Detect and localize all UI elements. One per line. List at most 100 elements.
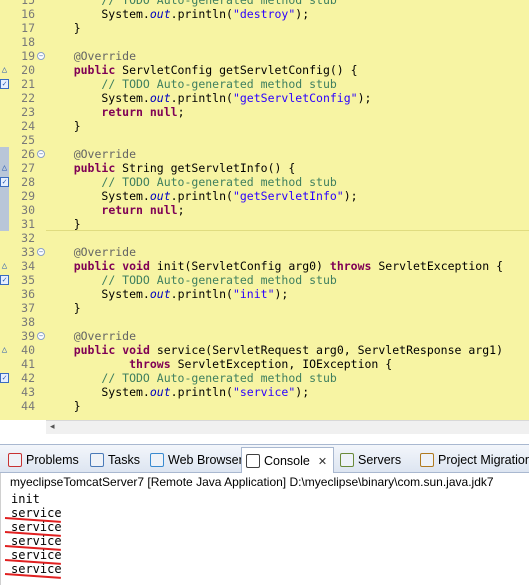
code-line[interactable]: // TODO Auto-generated method stub <box>46 273 529 287</box>
code-line[interactable]: System.out.println("destroy"); <box>46 7 529 21</box>
code-line[interactable] <box>46 133 529 147</box>
close-icon[interactable]: ✕ <box>318 456 327 468</box>
fold-toggle-icon[interactable]: − <box>37 150 45 158</box>
code-line[interactable]: System.out.println("getServletInfo"); <box>46 189 529 203</box>
code-line[interactable]: @Override <box>46 329 529 343</box>
code-token: } <box>46 301 81 315</box>
code-line[interactable]: public ServletConfig getServletConfig() … <box>46 63 529 77</box>
line-number: 33 <box>21 245 35 259</box>
code-token: // TODO Auto-generated method stub <box>101 371 337 385</box>
code-token: ServletException { <box>371 259 504 273</box>
code-editor[interactable]: △ ✓ △ ✓ △ ✓ △ ✓ 15 16 17 18 19−20 21 22 23 24 25 26−27 28 2… <box>0 0 529 420</box>
code-line[interactable]: // TODO Auto-generated method stub <box>46 175 529 189</box>
code-line[interactable]: @Override <box>46 245 529 259</box>
code-token: return <box>101 105 143 119</box>
code-line[interactable]: // TODO Auto-generated method stub <box>46 0 529 7</box>
horizontal-scrollbar[interactable]: ◂ <box>46 420 529 434</box>
code-token: "getServletInfo" <box>232 189 344 203</box>
ruler-highlight-band <box>0 189 9 203</box>
code-line[interactable]: } <box>46 399 529 413</box>
code-line[interactable]: } <box>46 301 529 315</box>
code-token: null <box>149 203 178 217</box>
code-line[interactable]: } <box>46 217 529 231</box>
line-number: 20 <box>21 63 35 77</box>
code-token: throws <box>129 357 171 371</box>
task-marker-icon[interactable]: ✓ <box>0 275 9 285</box>
code-line[interactable]: System.out.println("service"); <box>46 385 529 399</box>
code-token: ); <box>343 189 358 203</box>
code-line[interactable]: public void init(ServletConfig arg0) thr… <box>46 259 529 273</box>
code-line[interactable]: @Override <box>46 49 529 63</box>
code-line[interactable]: return null; <box>46 203 529 217</box>
code-line[interactable]: System.out.println("init"); <box>46 287 529 301</box>
line-number: 37 <box>21 301 35 315</box>
code-line[interactable]: } <box>46 119 529 133</box>
code-line[interactable] <box>46 35 529 49</box>
task-marker-icon[interactable]: ✓ <box>0 373 9 383</box>
code-token: @Override <box>73 49 137 63</box>
tab-console[interactable]: Console ✕ <box>241 447 335 473</box>
fold-toggle-icon[interactable]: − <box>37 332 45 340</box>
override-marker-icon[interactable]: △ <box>0 261 9 271</box>
code-token: @Override <box>73 147 137 161</box>
code-line[interactable] <box>46 231 529 245</box>
code-line[interactable] <box>46 315 529 329</box>
code-token: out <box>149 189 171 203</box>
code-token: service(ServletRequest arg0, ServletResp… <box>149 343 503 357</box>
code-token: @Override <box>73 329 137 343</box>
tab-problems[interactable]: Problems <box>8 450 79 470</box>
line-number: 39 <box>21 329 35 343</box>
tab-web-browser[interactable]: Web Browser <box>150 450 243 470</box>
code-token: String getServletInfo() { <box>115 161 296 175</box>
code-line[interactable]: // TODO Auto-generated method stub <box>46 77 529 91</box>
code-token: ; <box>177 105 185 119</box>
fold-toggle-icon[interactable]: − <box>37 248 45 256</box>
migration-icon <box>420 453 434 467</box>
task-marker-icon[interactable]: ✓ <box>0 177 9 187</box>
line-number: 16 <box>21 7 35 21</box>
code-line[interactable]: } <box>46 21 529 35</box>
code-line[interactable]: throws ServletException, IOException { <box>46 357 529 371</box>
code-line[interactable]: // TODO Auto-generated method stub <box>46 371 529 385</box>
code-token: ); <box>357 91 372 105</box>
code-token: // TODO Auto-generated method stub <box>101 175 337 189</box>
task-marker-icon[interactable]: ✓ <box>0 79 9 89</box>
line-number: 42 <box>21 371 35 385</box>
tab-tasks[interactable]: Tasks <box>90 450 140 470</box>
override-marker-icon[interactable]: △ <box>0 65 9 75</box>
tab-servers[interactable]: Servers <box>340 450 401 470</box>
code-line[interactable]: System.out.println("getServletConfig"); <box>46 91 529 105</box>
code-token: .println( <box>170 287 233 301</box>
tab-label: Servers <box>358 453 402 467</box>
scroll-left-icon[interactable]: ◂ <box>50 421 55 434</box>
code-token: ); <box>274 287 289 301</box>
code-area[interactable]: // TODO Auto-generated method stub Syste… <box>46 0 529 420</box>
tab-label: Problems <box>26 453 79 467</box>
code-token: ); <box>295 7 310 21</box>
code-line[interactable]: @Override <box>46 147 529 161</box>
ruler-highlight-band <box>0 147 9 161</box>
code-line[interactable]: return null; <box>46 105 529 119</box>
override-marker-icon[interactable]: △ <box>0 345 9 355</box>
code-line[interactable]: public void service(ServletRequest arg0,… <box>46 343 529 357</box>
code-token: System. <box>46 287 150 301</box>
code-token: .println( <box>170 7 233 21</box>
line-number: 18 <box>21 35 35 49</box>
tab-project-migration[interactable]: Project Migration <box>420 450 529 470</box>
line-number: 21 <box>21 77 35 91</box>
code-line[interactable]: public String getServletInfo() { <box>46 161 529 175</box>
console-view[interactable]: myeclipseTomcatServer7 [Remote Java Appl… <box>0 473 529 585</box>
fold-toggle-icon[interactable]: − <box>37 52 45 60</box>
view-separator <box>0 434 529 444</box>
line-number: 27 <box>21 161 35 175</box>
override-marker-icon[interactable]: △ <box>0 163 9 173</box>
code-token: .println( <box>170 189 233 203</box>
line-number: 44 <box>21 399 35 413</box>
